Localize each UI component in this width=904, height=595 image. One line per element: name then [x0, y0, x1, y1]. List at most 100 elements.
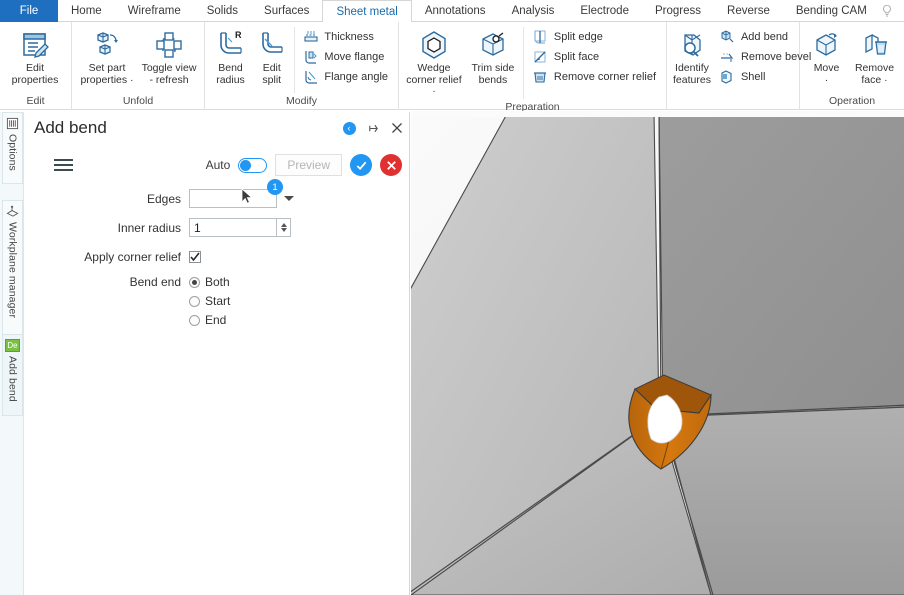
split-face-icon — [532, 48, 549, 65]
sidebar-item-add-bend[interactable]: De Add bend — [2, 334, 23, 416]
hamburger-menu-icon[interactable] — [54, 159, 73, 171]
shell-label: Shell — [741, 71, 765, 83]
bend-end-option-start[interactable]: Start — [189, 294, 230, 308]
ribbon-group-modify-label: Modify — [205, 95, 398, 110]
tab-electrode[interactable]: Electrode — [567, 0, 642, 22]
tab-file[interactable]: File — [0, 0, 58, 22]
inner-radius-control — [189, 218, 291, 237]
tab-sheet-metal[interactable]: Sheet metal — [322, 0, 411, 23]
sidebar-item-workplane-manager-label: Workplane manager — [7, 222, 19, 318]
edit-properties-button[interactable]: Editproperties — [4, 25, 66, 89]
bend-end-option-both-label: Both — [205, 275, 230, 289]
move-button[interactable]: Move· — [804, 25, 849, 89]
edit-properties-icon — [19, 28, 51, 62]
cancel-button[interactable] — [380, 154, 402, 176]
tab-progress-label: Progress — [655, 5, 701, 17]
flange-angle-label: Flange angle — [324, 71, 388, 83]
remove-face-icon — [859, 28, 891, 62]
ribbon-group-operations-label: Operation — [800, 95, 904, 110]
divider — [523, 27, 524, 99]
identify-features-button[interactable]: Identifyfeatures — [671, 25, 713, 89]
tab-progress[interactable]: Progress — [642, 0, 714, 22]
set-part-properties-label: Set partproperties · — [80, 63, 133, 86]
thickness-icon — [302, 28, 319, 45]
tab-bending-cam[interactable]: Bending CAM — [783, 0, 880, 22]
ribbon-group-modify: R Bendradius — [205, 22, 399, 110]
ribbon-group-features: Identifyfeatures Add bend — [667, 22, 800, 110]
tab-wireframe[interactable]: Wireframe — [115, 0, 194, 22]
bend-end-row: Bend end Both Start End — [24, 275, 410, 327]
tab-reverse-label: Reverse — [727, 5, 770, 17]
apply-corner-relief-checkbox[interactable] — [189, 251, 201, 263]
trim-side-bends-button[interactable]: Trim sidebends — [465, 25, 521, 89]
sidebar-item-options[interactable]: Options — [2, 112, 23, 184]
preview-button[interactable]: Preview — [275, 154, 342, 176]
auto-toggle[interactable] — [238, 158, 267, 173]
edit-split-icon — [257, 28, 287, 62]
split-edge-label: Split edge — [554, 31, 603, 43]
chevron-down-icon[interactable] — [284, 196, 294, 201]
bend-radius-label: Bendradius — [216, 63, 245, 86]
ribbon-group-edit: Editproperties Edit — [0, 22, 72, 110]
set-part-properties-button[interactable]: Set partproperties · — [76, 25, 138, 89]
inner-radius-row: Inner radius — [24, 217, 410, 238]
3d-model-viewport[interactable] — [411, 117, 904, 595]
ribbon-group-operations: Move· Removeface · — [800, 22, 904, 110]
split-edge-button[interactable]: Split edge — [531, 27, 660, 46]
edges-input[interactable] — [189, 189, 277, 208]
check-icon — [190, 252, 200, 262]
remove-face-label: Removeface · — [855, 63, 894, 86]
flange-angle-button[interactable]: Flange angle — [301, 67, 392, 86]
de-badge-icon: De — [5, 339, 20, 352]
inner-radius-input[interactable] — [189, 218, 277, 237]
bend-radius-button[interactable]: R Bendradius — [209, 25, 252, 89]
tab-reverse[interactable]: Reverse — [714, 0, 783, 22]
tab-electrode-label: Electrode — [580, 5, 629, 17]
confirm-button[interactable] — [350, 154, 372, 176]
remove-corner-relief-button[interactable]: Remove corner relief — [531, 67, 660, 86]
trim-side-bends-label: Trim sidebends — [472, 63, 515, 86]
edit-split-button[interactable]: Editsplit — [252, 25, 291, 89]
panel-toolbar: Auto Preview — [24, 148, 410, 182]
remove-corner-relief-label: Remove corner relief — [554, 71, 656, 83]
workplane-icon — [6, 205, 19, 218]
help-icon[interactable]: ‹ — [342, 121, 356, 135]
edges-label: Edges — [24, 192, 189, 206]
thickness-button[interactable]: Thickness — [301, 27, 392, 46]
add-bend-icon — [719, 28, 736, 45]
wedge-corner-relief-button[interactable]: Wedgecorner relief · — [403, 25, 465, 101]
tab-annotations[interactable]: Annotations — [412, 0, 499, 22]
tab-analysis[interactable]: Analysis — [499, 0, 568, 22]
ribbon-group-features-label — [667, 95, 799, 110]
application-window: File Home Wireframe Solids Surfaces Shee… — [0, 0, 904, 595]
ribbon-group-unfold: Set partproperties · Togg — [72, 22, 205, 110]
trim-side-bends-icon — [477, 28, 509, 62]
tab-solids[interactable]: Solids — [194, 0, 251, 22]
bend-end-option-end[interactable]: End — [189, 313, 230, 327]
toggle-view-refresh-button[interactable]: Toggle view- refresh — [138, 25, 200, 89]
edit-properties-label: Editproperties — [12, 63, 59, 86]
tab-home[interactable]: Home — [58, 0, 115, 22]
tab-surfaces[interactable]: Surfaces — [251, 0, 322, 22]
identify-features-icon — [676, 28, 708, 62]
pin-icon[interactable] — [366, 121, 380, 135]
stepper-up-icon — [281, 223, 287, 227]
lightbulb-icon[interactable] — [880, 4, 894, 18]
move-flange-button[interactable]: Move flange — [301, 47, 392, 66]
ribbon-group-unfold-label: Unfold — [72, 95, 204, 110]
sidebar-item-add-bend-label: Add bend — [7, 356, 19, 402]
shell-icon — [719, 68, 736, 85]
apply-corner-relief-row: Apply corner relief — [24, 246, 410, 267]
tab-wireframe-label: Wireframe — [128, 5, 181, 17]
move-flange-label: Move flange — [324, 51, 384, 63]
sidebar-item-workplane-manager[interactable]: Workplane manager — [2, 200, 23, 350]
bend-end-option-start-label: Start — [205, 294, 230, 308]
inner-radius-stepper[interactable] — [277, 218, 291, 237]
ribbon-toolbar: Editproperties Edit — [0, 22, 904, 110]
apply-corner-relief-control — [189, 251, 201, 263]
bend-end-option-both[interactable]: Both — [189, 275, 230, 289]
close-icon[interactable] — [390, 121, 404, 135]
remove-face-button[interactable]: Removeface · — [849, 25, 900, 89]
toggle-view-refresh-label: Toggle view- refresh — [142, 63, 197, 86]
split-face-button[interactable]: Split face — [531, 47, 660, 66]
